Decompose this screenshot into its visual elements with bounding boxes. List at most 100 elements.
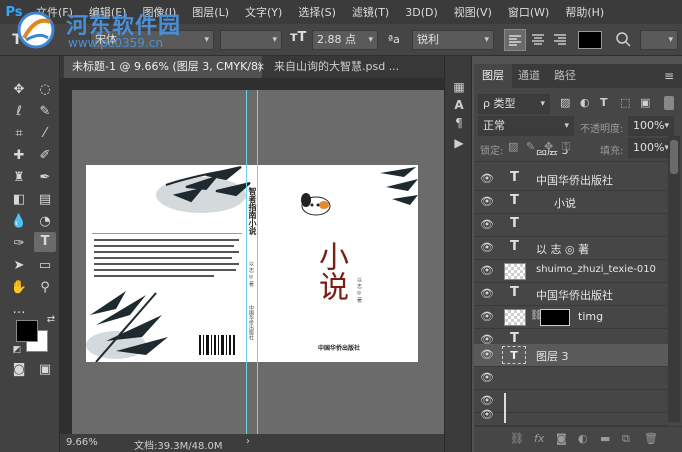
more-tools-icon[interactable]: … (8, 300, 30, 320)
eraser-tool-icon[interactable]: ◧ (8, 190, 30, 210)
filter-shape-icon[interactable]: ⬚ (620, 96, 630, 109)
layers-scrollbar[interactable] (668, 136, 680, 422)
eye-icon[interactable]: 👁 (480, 310, 494, 324)
search-icon[interactable] (614, 30, 634, 50)
eye-icon[interactable]: 👁 (480, 195, 494, 209)
layer-filter-select[interactable]: ρ 类型 ▾ (478, 94, 550, 114)
new-group-icon[interactable]: ▬ (600, 432, 610, 445)
eye-icon[interactable]: 👁 (480, 348, 494, 362)
healing-tool-icon[interactable]: ✚ (8, 146, 30, 166)
shape-tool-icon[interactable]: ▭ (34, 256, 56, 276)
screen-mode-icon[interactable]: ▣ (34, 360, 56, 380)
stamp-tool-icon[interactable]: ♜ (8, 168, 30, 188)
adjustment-layer-icon[interactable]: ◐ (578, 432, 588, 445)
close-tab-icon[interactable]: × (256, 60, 265, 73)
eye-icon[interactable]: 👁 (480, 408, 494, 422)
type-tool-icon[interactable]: T (34, 232, 56, 252)
character-panel-icon[interactable]: A (449, 96, 469, 114)
quick-select-tool-icon[interactable]: ✎ (34, 102, 56, 122)
layer-row[interactable]: 👁 T 中国华侨出版社 (474, 168, 668, 191)
marquee-tool-icon[interactable]: ◌ (34, 80, 56, 100)
guide-line[interactable] (257, 90, 258, 434)
menu-view[interactable]: 视图(V) (446, 4, 500, 20)
opacity-field[interactable]: 100% ▾ (628, 116, 674, 136)
swap-colors-icon[interactable]: ⇄ (40, 310, 62, 330)
zoom-tool-icon[interactable]: ⚲ (34, 278, 56, 298)
fx-icon[interactable]: fx (534, 432, 544, 445)
eye-icon[interactable]: 👁 (480, 218, 494, 232)
layer-comps-icon[interactable]: ▦ (449, 78, 469, 96)
path-select-tool-icon[interactable]: ➤ (8, 256, 30, 276)
menu-3d[interactable]: 3D(D) (397, 6, 446, 19)
eye-icon[interactable]: 👁 (480, 264, 494, 278)
crop-tool-icon[interactable]: ⌗ (8, 124, 30, 144)
font-size-field[interactable]: 2.88 点 ▾ (312, 30, 378, 50)
text-color-swatch[interactable] (578, 31, 602, 49)
quick-mask-icon[interactable]: ◙ (8, 360, 30, 380)
scrollbar-thumb[interactable] (670, 140, 678, 174)
layer-row[interactable]: 👁 (474, 367, 668, 390)
menu-select[interactable]: 选择(S) (290, 4, 344, 20)
document-size[interactable]: 文档:39.3M/48.0M (134, 437, 223, 452)
default-colors-icon[interactable]: ◩ (6, 340, 28, 360)
align-left-button[interactable] (504, 29, 526, 51)
move-tool-icon[interactable]: ✥ (8, 80, 30, 100)
blur-tool-icon[interactable]: 💧 (8, 212, 30, 232)
status-arrow-icon[interactable]: › (246, 436, 250, 447)
menu-help[interactable]: 帮助(H) (557, 4, 612, 20)
antialias-select[interactable]: 锐利 ▾ (412, 30, 494, 50)
filter-adjust-icon[interactable]: ◐ (580, 96, 590, 109)
link-layers-icon[interactable]: ⛓ (510, 432, 524, 445)
tab-layers[interactable]: 图层 (474, 64, 512, 88)
tab-psd[interactable]: 来自山询的大智慧.psd ... (266, 56, 466, 78)
layer-row[interactable]: 👁 (474, 404, 668, 426)
filter-pixel-icon[interactable]: ▨ (560, 96, 570, 109)
tab-untitled[interactable]: 未标题-1 @ 9.66% (图层 3, CMYK/8) * (64, 56, 262, 78)
layer-row[interactable]: 👁 T 以 志 ◎ 著 (474, 237, 668, 260)
guide-line[interactable] (246, 90, 247, 434)
zoom-level[interactable]: 9.66% (66, 437, 98, 448)
add-mask-icon[interactable]: ◙ (556, 432, 567, 445)
ruler-left (60, 78, 72, 434)
eye-icon[interactable]: 👁 (480, 241, 494, 255)
tab-channels[interactable]: 通道 (510, 64, 548, 88)
eye-icon[interactable]: 👁 (480, 172, 494, 186)
hand-tool-icon[interactable]: ✋ (8, 278, 30, 298)
lasso-tool-icon[interactable]: ℓ (8, 102, 30, 122)
layer-row[interactable]: 👁 T 小说 (474, 191, 668, 214)
brush-tool-icon[interactable]: ✐ (34, 146, 56, 166)
layer-row-selected[interactable]: 👁 T 图层 3 (474, 344, 668, 367)
eye-icon[interactable]: 👁 (480, 371, 494, 385)
new-layer-icon[interactable]: ⧉ (622, 432, 630, 446)
layer-row[interactable]: 👁 ⛓ timg (474, 306, 668, 329)
gradient-tool-icon[interactable]: ▤ (34, 190, 56, 210)
eyedropper-tool-icon[interactable]: ⁄ (34, 124, 56, 144)
panel-menu-icon[interactable]: ≡ (664, 69, 674, 83)
filter-type-icon[interactable]: T (600, 96, 608, 109)
menu-filter[interactable]: 滤镜(T) (344, 4, 397, 20)
foreground-color-swatch[interactable] (16, 320, 38, 342)
filter-smart-icon[interactable]: ▣ (640, 96, 650, 109)
layer-row[interactable]: 👁 shuimo_zhuzi_texie-010 (474, 260, 668, 283)
tab-paths[interactable]: 路径 (546, 64, 584, 88)
layer-row[interactable]: 图层 3 (474, 150, 668, 162)
layer-row[interactable]: 👁 T (474, 214, 668, 237)
filter-toggle[interactable] (664, 96, 674, 110)
layer-mask-thumbnail[interactable] (540, 309, 570, 326)
history-brush-tool-icon[interactable]: ✒ (34, 168, 56, 188)
eye-icon[interactable]: 👁 (480, 287, 494, 301)
menu-window[interactable]: 窗口(W) (500, 4, 557, 20)
blend-mode-select[interactable]: 正常 ▾ (478, 116, 574, 136)
workspace-select[interactable]: ▾ (640, 30, 678, 50)
layer-row[interactable]: 👁 T 中国华侨出版社 (474, 283, 668, 306)
trash-icon[interactable]: 🗑 (644, 432, 658, 445)
menu-type[interactable]: 文字(Y) (237, 4, 290, 20)
actions-play-icon[interactable]: ▶ (449, 134, 469, 152)
document-canvas[interactable]: 智者指南小说 以 志 ◎ 著 中国华侨出版社 小说 以 志 ◎ 著 中国华侨出版… (86, 165, 418, 362)
paragraph-panel-icon[interactable]: ¶ (449, 114, 469, 132)
dodge-tool-icon[interactable]: ◔ (34, 212, 56, 232)
pen-tool-icon[interactable]: ✑ (8, 234, 30, 254)
font-style-select[interactable]: ▾ (220, 30, 282, 50)
align-right-button[interactable] (550, 29, 572, 51)
align-center-button[interactable] (528, 29, 550, 51)
